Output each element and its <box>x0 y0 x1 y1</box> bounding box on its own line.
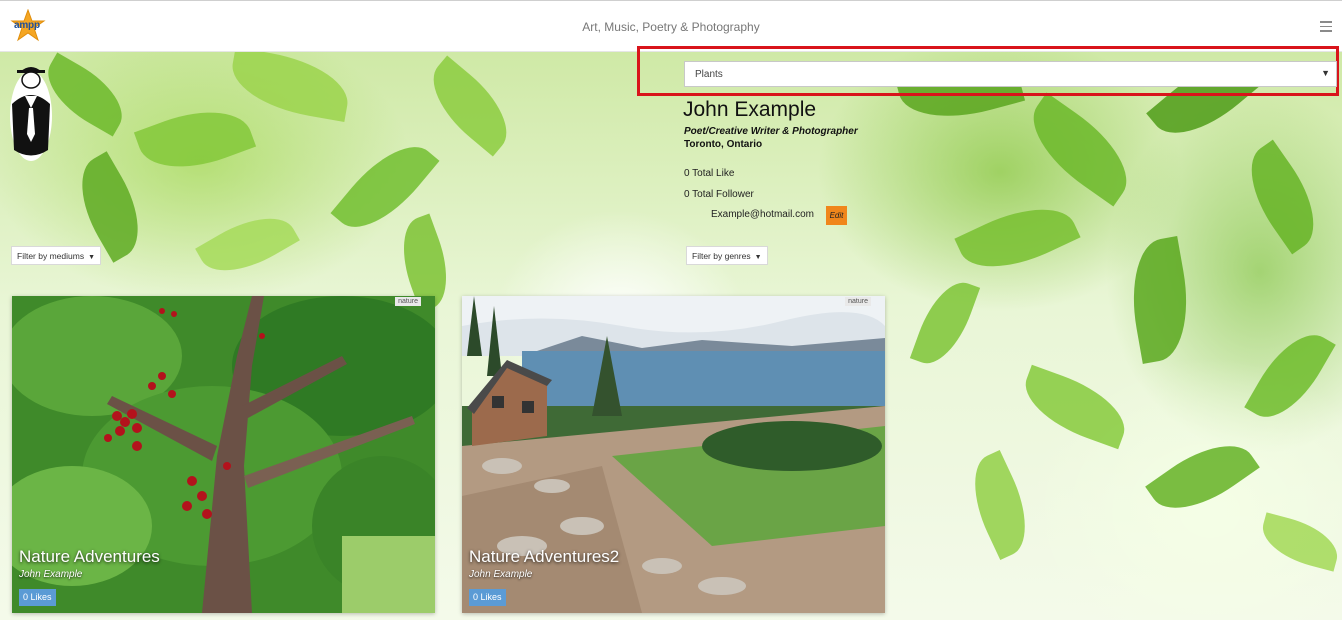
profile-email: Example@hotmail.com <box>711 209 814 220</box>
genre-select-value: Plants <box>695 69 723 80</box>
filter-genres-label: Filter by genres <box>692 251 751 261</box>
filter-mediums-label: Filter by mediums <box>17 251 85 261</box>
genre-tag: nature <box>395 297 421 306</box>
total-followers: 0 Total Follower <box>684 189 754 200</box>
filter-genres-dropdown[interactable]: Filter by genres ▼ <box>686 246 768 265</box>
artwork-card[interactable]: nature Nature Adventures John Example 0 … <box>12 296 435 613</box>
genre-tag: nature <box>845 297 871 306</box>
card-author: John Example <box>19 569 83 580</box>
top-navbar: ampp Art, Music, Poetry & Photography <box>0 0 1342 52</box>
genre-select-dropdown[interactable]: Plants ▼ <box>684 61 1337 87</box>
hamburger-menu-icon[interactable] <box>1320 21 1332 32</box>
profile-role: Poet/Creative Writer & Photographer <box>684 126 858 137</box>
card-author: John Example <box>469 569 533 580</box>
chevron-down-icon: ▼ <box>1321 68 1330 78</box>
profile-avatar-icon <box>10 67 52 161</box>
caret-down-icon: ▼ <box>88 254 96 261</box>
edit-profile-button[interactable]: Edit <box>826 206 847 225</box>
likes-button[interactable]: 0 Likes <box>469 589 506 606</box>
card-title: Nature Adventures <box>19 547 160 566</box>
total-likes: 0 Total Like <box>684 168 735 179</box>
likes-button[interactable]: 0 Likes <box>19 589 56 606</box>
caret-down-icon: ▼ <box>754 254 762 261</box>
card-title: Nature Adventures2 <box>469 547 620 566</box>
site-tagline: Art, Music, Poetry & Photography <box>582 20 760 34</box>
artwork-card[interactable]: nature Nature Adventures2 John Example 0… <box>462 296 885 613</box>
filter-mediums-dropdown[interactable]: Filter by mediums ▼ <box>11 246 102 265</box>
profile-location: Toronto, Ontario <box>684 139 763 150</box>
profile-name: John Example <box>683 98 817 121</box>
